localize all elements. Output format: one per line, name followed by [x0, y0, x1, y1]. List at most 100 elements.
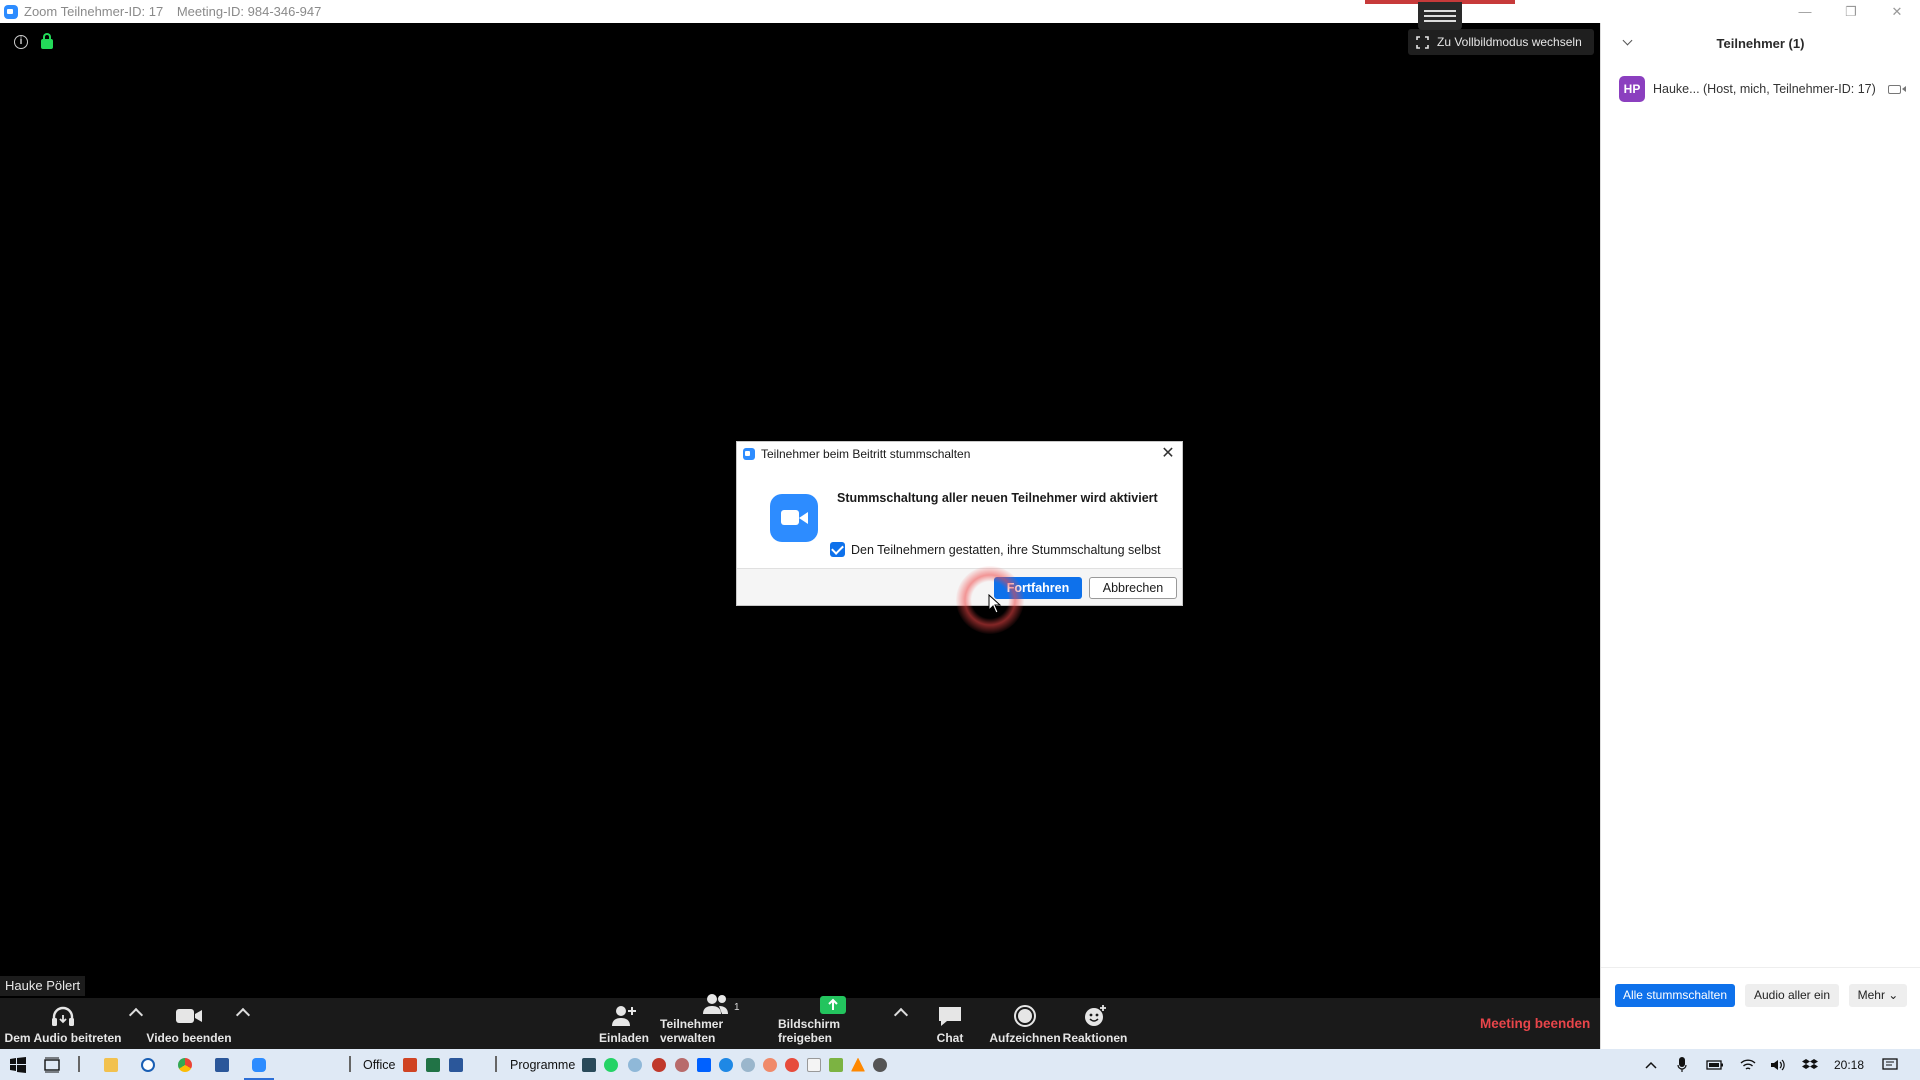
- cancel-button[interactable]: Abbrechen: [1089, 577, 1177, 599]
- dropbox-icon[interactable]: [697, 1055, 711, 1074]
- taskbar-separator: [495, 1056, 497, 1072]
- collapse-chevron-icon[interactable]: [1622, 35, 1633, 46]
- chat-bubble-icon: [937, 1003, 963, 1029]
- sync-app-icon[interactable]: [141, 1055, 155, 1074]
- mute-on-entry-dialog: Teilnehmer beim Beitritt stummschalten ✕…: [736, 441, 1183, 606]
- panel-footer: Alle stummschalten Audio aller ein Mehr …: [1601, 967, 1920, 1049]
- screen: Zoom Teilnehmer-ID: 17 Meeting-ID: 984-3…: [0, 0, 1920, 1080]
- app-icon-2[interactable]: [628, 1055, 642, 1074]
- battery-icon[interactable]: [1706, 1055, 1724, 1074]
- headphones-icon: [50, 1003, 76, 1029]
- start-button[interactable]: [10, 1055, 26, 1074]
- task-view-icon[interactable]: [44, 1055, 60, 1074]
- share-screen-icon: [819, 995, 847, 1015]
- zoom-taskbar-icon[interactable]: [252, 1055, 266, 1074]
- powerpoint-icon[interactable]: [403, 1055, 417, 1074]
- allow-unmute-option[interactable]: Den Teilnehmern gestatten, ihre Stummsch…: [830, 542, 1180, 557]
- volume-icon[interactable]: [1770, 1055, 1786, 1074]
- join-audio-label: Dem Audio beitreten: [4, 1031, 122, 1045]
- whatsapp-icon[interactable]: [604, 1055, 618, 1074]
- chat-button[interactable]: Chat: [924, 998, 976, 1049]
- mute-all-button[interactable]: Alle stummschalten: [1615, 984, 1735, 1007]
- share-screen-label: Bildschirm freigeben: [778, 1017, 841, 1045]
- audio-options-chevron-icon[interactable]: [128, 1007, 144, 1023]
- app-icon-3[interactable]: [652, 1055, 666, 1074]
- wifi-icon[interactable]: [1740, 1055, 1756, 1074]
- more-button[interactable]: Mehr ⌄: [1849, 984, 1907, 1007]
- app-icon-1[interactable]: [582, 1055, 596, 1074]
- unmute-all-button[interactable]: Audio aller ein: [1745, 984, 1839, 1007]
- share-options-chevron-icon[interactable]: [893, 1007, 909, 1023]
- reactions-label: Reaktionen: [1062, 1031, 1128, 1045]
- programs-toolbar-label[interactable]: Programme: [510, 1055, 575, 1074]
- show-hidden-icons-chevron-icon[interactable]: [1645, 1055, 1657, 1074]
- fullscreen-button[interactable]: Zu Vollbildmodus wechseln: [1408, 29, 1594, 55]
- app-icon-9[interactable]: [807, 1055, 821, 1074]
- chrome-icon[interactable]: [178, 1055, 192, 1074]
- app-icon-10[interactable]: [829, 1055, 843, 1074]
- reactions-button[interactable]: Reaktionen: [1062, 998, 1128, 1049]
- dialog-titlebar: Teilnehmer beim Beitritt stummschalten: [737, 442, 1182, 466]
- fullscreen-label: Zu Vollbildmodus wechseln: [1437, 35, 1582, 49]
- manage-participants-button[interactable]: Teilnehmer verwalten: [660, 994, 772, 1049]
- stop-video-label: Video beenden: [146, 1031, 232, 1045]
- restore-button[interactable]: ❐: [1828, 0, 1874, 23]
- app-icon-8[interactable]: [785, 1055, 799, 1074]
- share-screen-button[interactable]: Bildschirm freigeben: [778, 995, 888, 1049]
- info-icon[interactable]: i: [14, 35, 28, 49]
- app-icon-7[interactable]: [763, 1055, 777, 1074]
- invite-button[interactable]: Einladen: [598, 998, 650, 1049]
- window-title: Zoom Teilnehmer-ID: 17 Meeting-ID: 984-3…: [24, 4, 331, 19]
- dropbox-tray-icon[interactable]: [1802, 1055, 1818, 1074]
- notifications-icon[interactable]: [1882, 1055, 1898, 1074]
- video-camera-icon: [1887, 84, 1906, 94]
- participant-name-label: Hauke Pölert: [0, 976, 86, 996]
- stop-video-button[interactable]: Video beenden: [146, 998, 232, 1049]
- file-explorer-icon[interactable]: [104, 1055, 118, 1074]
- fullscreen-icon: [1416, 35, 1429, 49]
- close-window-button[interactable]: ✕: [1874, 0, 1920, 23]
- participant-count-badge: 1: [734, 1002, 740, 1013]
- office-toolbar-label[interactable]: Office: [363, 1055, 395, 1074]
- window-titlebar: Zoom Teilnehmer-ID: 17 Meeting-ID: 984-3…: [0, 0, 1920, 23]
- record-label: Aufzeichnen: [989, 1031, 1061, 1045]
- taskbar-separator: [78, 1056, 80, 1072]
- record-button[interactable]: Aufzeichnen: [989, 998, 1061, 1049]
- minimize-button[interactable]: —: [1782, 0, 1828, 23]
- clock[interactable]: 20:18: [1834, 1055, 1864, 1074]
- app-icon-5[interactable]: [719, 1055, 733, 1074]
- video-options-chevron-icon[interactable]: [235, 1007, 251, 1023]
- dialog-close-icon[interactable]: ✕: [1160, 446, 1176, 462]
- join-audio-button[interactable]: Dem Audio beitreten: [0, 998, 126, 1049]
- add-user-icon: [611, 1003, 637, 1029]
- video-camera-icon: [175, 1003, 203, 1029]
- dialog-title: Teilnehmer beim Beitritt stummschalten: [761, 447, 971, 461]
- view-menu-icon[interactable]: [1418, 2, 1462, 30]
- taskbar-separator: [349, 1056, 351, 1072]
- meeting-toolbar: Dem Audio beitreten Video beenden Einlad…: [0, 994, 1600, 1049]
- allow-unmute-label: Den Teilnehmern gestatten, ihre Stummsch…: [851, 542, 1161, 557]
- manage-participants-label: Teilnehmer verwalten: [660, 1017, 724, 1045]
- panel-header: Teilnehmer (1): [1601, 23, 1920, 63]
- zoom-logo-icon: [4, 4, 18, 19]
- zoom-logo-icon: [743, 448, 755, 460]
- allow-unmute-checkbox[interactable]: [830, 542, 845, 557]
- word-icon[interactable]: [215, 1055, 229, 1074]
- chat-label: Chat: [936, 1031, 964, 1045]
- app-icon-11[interactable]: [873, 1055, 887, 1074]
- participants-panel: Teilnehmer (1) HP Hauke... (Host, mich, …: [1600, 23, 1920, 1049]
- participant-row[interactable]: HP Hauke... (Host, mich, Teilnehmer-ID: …: [1619, 76, 1906, 102]
- participant-name: Hauke... (Host, mich, Teilnehmer-ID: 17): [1653, 82, 1876, 96]
- app-icon-6[interactable]: [741, 1055, 755, 1074]
- excel-icon[interactable]: [426, 1055, 440, 1074]
- dialog-heading: Stummschaltung aller neuen Teilnehmer wi…: [837, 491, 1158, 505]
- title-participant-id: Zoom Teilnehmer-ID: 17: [24, 4, 164, 19]
- vlc-icon[interactable]: [851, 1055, 865, 1074]
- app-icon-4[interactable]: [675, 1055, 689, 1074]
- windows-taskbar: Office Programme 20:18: [0, 1049, 1920, 1080]
- microphone-icon[interactable]: [1677, 1055, 1687, 1074]
- panel-title: Teilnehmer (1): [1716, 35, 1805, 51]
- lock-icon[interactable]: [41, 33, 53, 49]
- end-meeting-button[interactable]: Meeting beenden: [1480, 1016, 1590, 1031]
- word-quick-icon[interactable]: [449, 1055, 463, 1074]
